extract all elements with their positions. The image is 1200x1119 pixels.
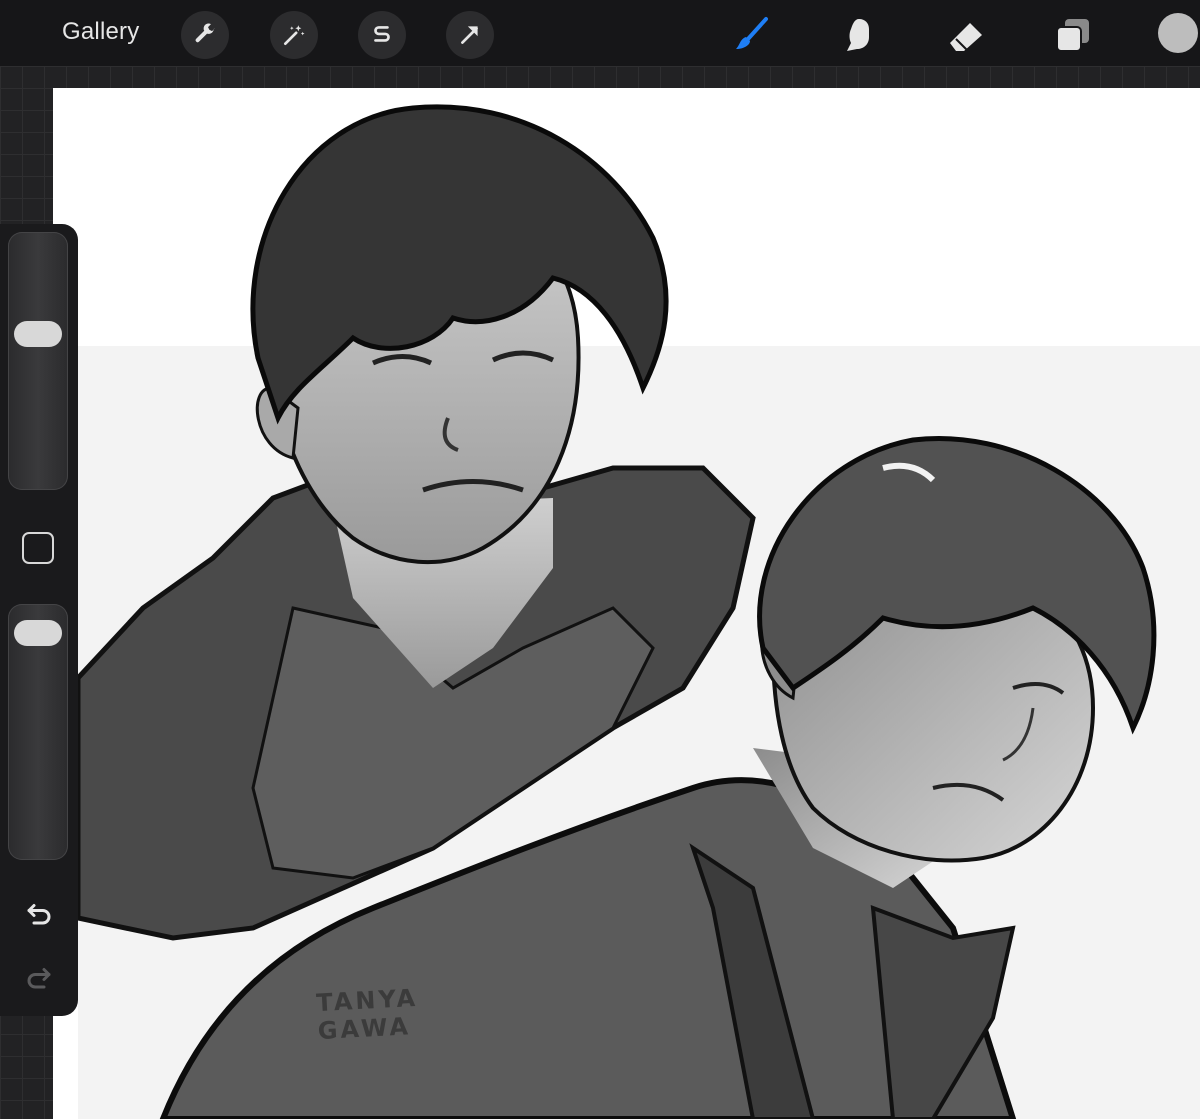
artwork xyxy=(75,104,1200,1119)
transform-button[interactable] xyxy=(446,11,494,59)
gallery-button[interactable]: Gallery xyxy=(62,18,139,46)
opacity-thumb[interactable] xyxy=(14,620,62,646)
undo-button[interactable] xyxy=(22,896,56,930)
actions-button[interactable] xyxy=(181,11,229,59)
drawing-canvas[interactable]: TANYA GAWA xyxy=(53,88,1200,1119)
opacity-slider[interactable] xyxy=(8,604,68,860)
redo-arrow-icon xyxy=(27,968,51,989)
magic-wand-icon xyxy=(283,25,305,46)
color-picker-button[interactable] xyxy=(1158,13,1198,53)
brush-size-thumb[interactable] xyxy=(14,321,62,348)
redo-button[interactable] xyxy=(22,960,56,994)
artist-signature: TANYA GAWA xyxy=(316,983,439,1045)
left-sidebar xyxy=(0,224,78,1016)
layers-icon xyxy=(1056,19,1089,52)
selection-s-icon xyxy=(374,26,390,42)
brush-size-slider[interactable] xyxy=(8,232,68,490)
smudge-tool-button[interactable] xyxy=(838,14,880,56)
smudge-icon xyxy=(847,19,869,51)
undo-arrow-icon xyxy=(27,904,51,925)
top-toolbar: Gallery xyxy=(0,0,1200,66)
adjustments-button[interactable] xyxy=(270,11,318,59)
arrow-cursor-icon xyxy=(461,26,478,44)
paint-tool-button[interactable] xyxy=(731,14,773,56)
signature-text: TANYA GAWA xyxy=(315,983,419,1046)
wrench-icon xyxy=(195,23,216,43)
layers-button[interactable] xyxy=(1052,14,1094,56)
brush-icon xyxy=(736,17,768,49)
modify-button[interactable] xyxy=(22,532,54,564)
eraser-icon xyxy=(950,23,982,52)
erase-tool-button[interactable] xyxy=(945,14,987,56)
selection-button[interactable] xyxy=(358,11,406,59)
